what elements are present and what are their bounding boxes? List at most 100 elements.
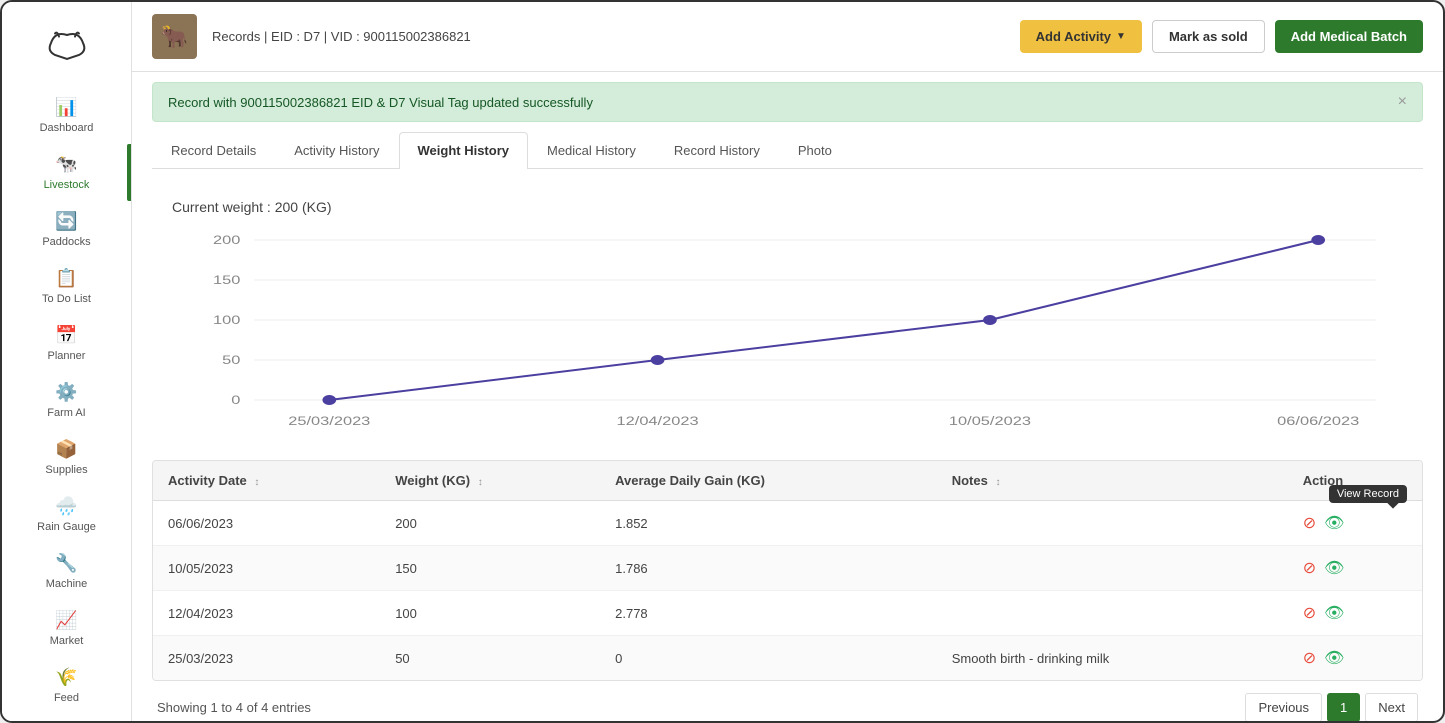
notes-cell bbox=[937, 546, 1288, 591]
sidebar-item-label: Livestock bbox=[44, 179, 90, 191]
activity-date-cell: 12/04/2023 bbox=[153, 591, 380, 636]
view-record-button[interactable]: 👁 bbox=[1324, 648, 1344, 668]
animal-avatar: 🐂 bbox=[152, 14, 197, 59]
tab-activity-history[interactable]: Activity History bbox=[275, 132, 398, 168]
sidebar-item-label: Market bbox=[50, 635, 84, 647]
sidebar-item-farmai[interactable]: ⚙️ Farm AI bbox=[2, 372, 131, 429]
tab-medical-history[interactable]: Medical History bbox=[528, 132, 655, 168]
weight-cell: 100 bbox=[380, 591, 600, 636]
tab-record-details[interactable]: Record Details bbox=[152, 132, 275, 168]
sidebar-item-dashboard[interactable]: 📊 Dashboard bbox=[2, 87, 131, 144]
tab-record-history[interactable]: Record History bbox=[655, 132, 779, 168]
main-content: 🐂 Records | EID : D7 | VID : 90011500238… bbox=[132, 2, 1443, 721]
tab-weight-history[interactable]: Weight History bbox=[399, 132, 529, 169]
dashboard-icon: 📊 bbox=[55, 97, 77, 118]
action-icons: ⊘ 👁 bbox=[1303, 603, 1407, 623]
page-1-button[interactable]: 1 bbox=[1327, 693, 1360, 721]
sidebar-item-finance[interactable]: 💰 Finance bbox=[2, 714, 131, 723]
success-alert: Record with 900115002386821 EID & D7 Vis… bbox=[152, 82, 1423, 122]
page-content: Record with 900115002386821 EID & D7 Vis… bbox=[132, 72, 1443, 721]
eid-label: EID : D7 bbox=[271, 29, 320, 44]
page-header: 🐂 Records | EID : D7 | VID : 90011500238… bbox=[132, 2, 1443, 72]
mark-as-sold-button[interactable]: Mark as sold bbox=[1152, 20, 1265, 53]
breadcrumb: Records bbox=[212, 29, 260, 44]
svg-text:150: 150 bbox=[213, 274, 240, 287]
feed-icon: 🌾 bbox=[55, 667, 77, 688]
action-icons: ⊘ 👁 bbox=[1303, 558, 1407, 578]
sidebar-item-planner[interactable]: 📅 Planner bbox=[2, 315, 131, 372]
avg-gain-cell: 1.852 bbox=[600, 501, 937, 546]
table-row: 10/05/2023 150 1.786 ⊘ 👁 bbox=[153, 546, 1422, 591]
tab-photo[interactable]: Photo bbox=[779, 132, 851, 168]
sidebar-item-label: Farm AI bbox=[47, 407, 86, 419]
svg-text:200: 200 bbox=[213, 234, 240, 247]
sort-icon-date: ↕ bbox=[254, 477, 259, 488]
weight-chart-svg: 200 150 100 50 0 25/03/2023 bbox=[172, 230, 1403, 430]
header-info: Records | EID : D7 | VID : 9001150023868… bbox=[212, 29, 1005, 44]
supplies-icon: 📦 bbox=[55, 439, 77, 460]
sidebar-item-machine[interactable]: 🔧 Machine bbox=[2, 543, 131, 600]
delete-button[interactable]: ⊘ bbox=[1303, 603, 1316, 623]
action-cell: ⊘ 👁 bbox=[1288, 636, 1422, 681]
notes-cell bbox=[937, 501, 1288, 546]
action-cell: ⊘ 👁 bbox=[1288, 591, 1422, 636]
next-button[interactable]: Next bbox=[1365, 693, 1418, 721]
view-record-button[interactable]: 👁 bbox=[1324, 603, 1344, 623]
col-notes[interactable]: Notes ↕ bbox=[937, 461, 1288, 501]
notes-cell bbox=[937, 591, 1288, 636]
avg-gain-cell: 1.786 bbox=[600, 546, 937, 591]
pagination: Previous 1 Next bbox=[1245, 693, 1418, 721]
sort-icon-weight: ↕ bbox=[478, 477, 483, 488]
todo-icon: 📋 bbox=[55, 268, 77, 289]
raingauge-icon: 🌧️ bbox=[55, 496, 77, 517]
svg-text:50: 50 bbox=[222, 354, 240, 367]
action-cell: ⊘ 👁 View Record bbox=[1288, 501, 1422, 546]
farmai-icon: ⚙️ bbox=[55, 382, 77, 403]
activity-date-cell: 06/06/2023 bbox=[153, 501, 380, 546]
delete-button[interactable]: ⊘ bbox=[1303, 513, 1316, 533]
vid-label: VID : 900115002386821 bbox=[331, 29, 471, 44]
view-record-button[interactable]: 👁 bbox=[1324, 513, 1344, 533]
sidebar-item-label: To Do List bbox=[42, 293, 91, 305]
delete-button[interactable]: ⊘ bbox=[1303, 558, 1316, 578]
previous-button[interactable]: Previous bbox=[1245, 693, 1322, 721]
add-medical-batch-button[interactable]: Add Medical Batch bbox=[1275, 20, 1423, 53]
weight-chart-container: Current weight : 200 (KG) 200 150 100 50 bbox=[152, 184, 1423, 445]
activity-date-cell: 10/05/2023 bbox=[153, 546, 380, 591]
col-activity-date[interactable]: Activity Date ↕ bbox=[153, 461, 380, 501]
planner-icon: 📅 bbox=[55, 325, 77, 346]
view-record-button[interactable]: 👁 bbox=[1324, 558, 1344, 578]
sidebar: 📊 Dashboard 🐄 Livestock 🔄 Paddocks 📋 To … bbox=[2, 2, 132, 721]
svg-text:25/03/2023: 25/03/2023 bbox=[288, 415, 370, 428]
sidebar-item-label: Machine bbox=[46, 578, 88, 590]
action-icons: ⊘ 👁 View Record bbox=[1303, 513, 1407, 533]
alert-close-button[interactable]: × bbox=[1398, 93, 1407, 111]
app-logo bbox=[42, 27, 92, 67]
notes-cell: Smooth birth - drinking milk bbox=[937, 636, 1288, 681]
add-activity-button[interactable]: Add Activity ▼ bbox=[1020, 20, 1142, 53]
action-cell: ⊘ 👁 bbox=[1288, 546, 1422, 591]
sidebar-item-paddocks[interactable]: 🔄 Paddocks bbox=[2, 201, 131, 258]
dropdown-arrow-icon: ▼ bbox=[1116, 31, 1126, 42]
sidebar-item-market[interactable]: 📈 Market bbox=[2, 600, 131, 657]
col-weight[interactable]: Weight (KG) ↕ bbox=[380, 461, 600, 501]
weight-cell: 200 bbox=[380, 501, 600, 546]
svg-text:0: 0 bbox=[231, 394, 240, 407]
paddocks-icon: 🔄 bbox=[55, 211, 77, 232]
sidebar-item-todo[interactable]: 📋 To Do List bbox=[2, 258, 131, 315]
avg-gain-cell: 2.778 bbox=[600, 591, 937, 636]
sidebar-item-label: Rain Gauge bbox=[37, 521, 96, 533]
sidebar-item-label: Planner bbox=[48, 350, 86, 362]
svg-text:100: 100 bbox=[213, 314, 240, 327]
chart-title: Current weight : 200 (KG) bbox=[172, 199, 1403, 215]
sidebar-item-raingauge[interactable]: 🌧️ Rain Gauge bbox=[2, 486, 131, 543]
tab-bar: Record Details Activity History Weight H… bbox=[152, 132, 1423, 169]
sidebar-item-supplies[interactable]: 📦 Supplies bbox=[2, 429, 131, 486]
delete-button[interactable]: ⊘ bbox=[1303, 648, 1316, 668]
table-row: 12/04/2023 100 2.778 ⊘ 👁 bbox=[153, 591, 1422, 636]
sidebar-item-feed[interactable]: 🌾 Feed bbox=[2, 657, 131, 714]
sidebar-item-label: Dashboard bbox=[40, 122, 94, 134]
logo-area bbox=[2, 12, 131, 87]
weight-table: Activity Date ↕ Weight (KG) ↕ Average Da… bbox=[152, 460, 1423, 681]
sidebar-item-livestock[interactable]: 🐄 Livestock bbox=[2, 144, 131, 201]
